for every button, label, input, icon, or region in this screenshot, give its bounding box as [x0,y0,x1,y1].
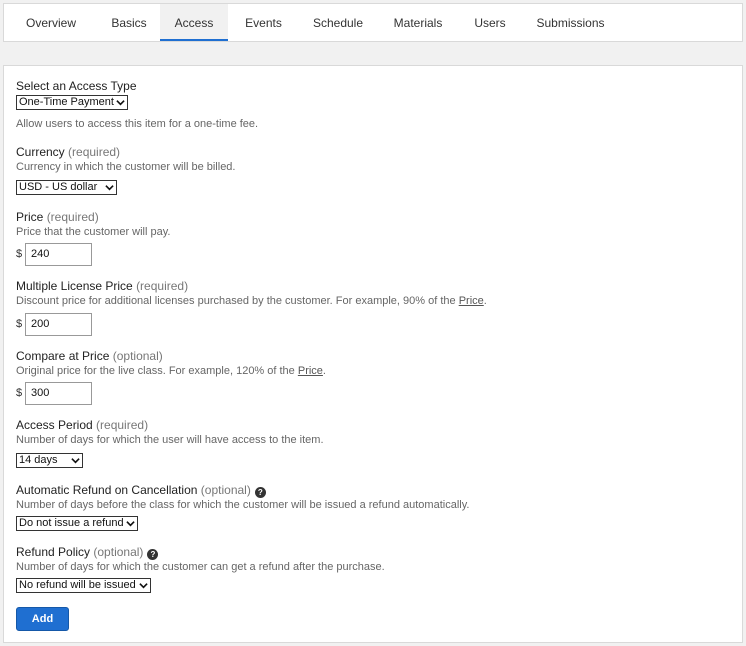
multi-price-desc: Discount price for additional licenses p… [16,294,487,308]
tab-materials[interactable]: Materials [377,4,459,41]
access-type-value: One-Time Payment [19,96,114,108]
refund-policy-value: No refund will be issued [19,579,136,591]
tab-label: Events [245,15,282,30]
refund-policy-desc: Number of days for which the customer ca… [16,561,385,573]
compare-price-input[interactable]: 300 [25,382,92,405]
refund-policy-optional-note: (optional) [93,545,144,559]
price-required-note: (required) [46,210,99,224]
tab-label: Basics [111,15,147,30]
multi-price-desc-text: Discount price for additional licenses p… [16,295,459,307]
chevron-down-icon [71,458,80,464]
multi-price-required-note: (required) [136,279,189,293]
currency-desc: Currency in which the customer will be b… [16,161,236,173]
access-period-label-text: Access Period [16,418,93,432]
multi-price-input[interactable]: 200 [25,313,92,336]
auto-refund-desc: Number of days before the class for whic… [16,499,470,511]
compare-price-currency-symbol: $ [16,387,23,399]
chevron-down-icon [139,583,148,589]
tab-label: Access [174,15,214,30]
currency-label-text: Currency [16,145,65,159]
tab-events[interactable]: Events [228,4,299,41]
tab-label: Schedule [312,15,364,30]
tab-access[interactable]: Access [160,4,228,41]
compare-price-desc-end: . [322,365,326,377]
tab-basics[interactable]: Basics [98,4,160,41]
tab-users[interactable]: Users [459,4,521,41]
compare-price-desc: Original price for the live class. For e… [16,364,326,378]
tab-label: Users [474,15,506,30]
tab-submissions[interactable]: Submissions [521,4,620,41]
compare-price-optional-note: (optional) [112,349,163,363]
multi-price-currency-symbol: $ [16,318,23,330]
chevron-down-icon [126,521,135,527]
tab-label: Submissions [536,15,605,30]
multi-price-desc-end: . [483,295,487,307]
compare-price-label: Compare at Price (optional) [16,349,163,363]
add-button[interactable]: Add [16,607,69,631]
access-period-desc: Number of days for which the user will h… [16,434,324,446]
access-period-select[interactable]: 14 days [16,453,83,468]
multi-price-label-text: Multiple License Price [16,279,133,293]
price-link[interactable]: Price [459,295,484,307]
auto-refund-label-text: Automatic Refund on Cancellation [16,483,198,497]
multi-price-label: Multiple License Price (required) [16,279,188,293]
currency-required-note: (required) [68,145,121,159]
auto-refund-select[interactable]: Do not issue a refund [16,516,138,531]
access-period-value: 14 days [19,454,58,466]
access-period-required-note: (required) [96,418,149,432]
access-type-select[interactable]: One-Time Payment [16,95,128,110]
price-desc: Price that the customer will pay. [16,226,171,238]
price-currency-symbol: $ [16,248,23,260]
access-type-desc: Allow users to access this item for a on… [16,118,259,130]
tab-overview[interactable]: Overview [4,4,98,41]
tab-label: Materials [393,15,443,30]
tab-label: Overview [25,15,76,30]
help-icon[interactable]: ? [254,487,266,498]
refund-policy-label: Refund Policy (optional)? [16,545,159,560]
auto-refund-optional-note: (optional) [200,483,251,497]
access-period-label: Access Period (required) [16,418,148,432]
help-icon[interactable]: ? [147,549,159,560]
tab-schedule[interactable]: Schedule [299,4,377,41]
access-type-label: Select an Access Type [16,79,137,93]
chevron-down-icon [116,100,125,106]
price-label-text: Price [16,210,44,224]
refund-policy-label-text: Refund Policy [16,545,91,559]
price-input[interactable]: 240 [25,243,92,266]
currency-select[interactable]: USD - US dollar [16,180,117,195]
price-link[interactable]: Price [298,365,323,377]
auto-refund-label: Automatic Refund on Cancellation (option… [16,483,266,498]
tab-bar: Overview Basics Access Events Schedule M… [3,3,743,42]
chevron-down-icon [105,185,114,191]
price-label: Price (required) [16,210,99,224]
currency-label: Currency (required) [16,145,120,159]
currency-value: USD - US dollar [19,181,98,193]
compare-price-label-text: Compare at Price [16,349,110,363]
compare-price-desc-text: Original price for the live class. For e… [16,365,298,377]
refund-policy-select[interactable]: No refund will be issued [16,578,151,593]
access-form-panel: Select an Access Type One-Time Payment A… [3,65,743,643]
auto-refund-value: Do not issue a refund [19,517,124,529]
